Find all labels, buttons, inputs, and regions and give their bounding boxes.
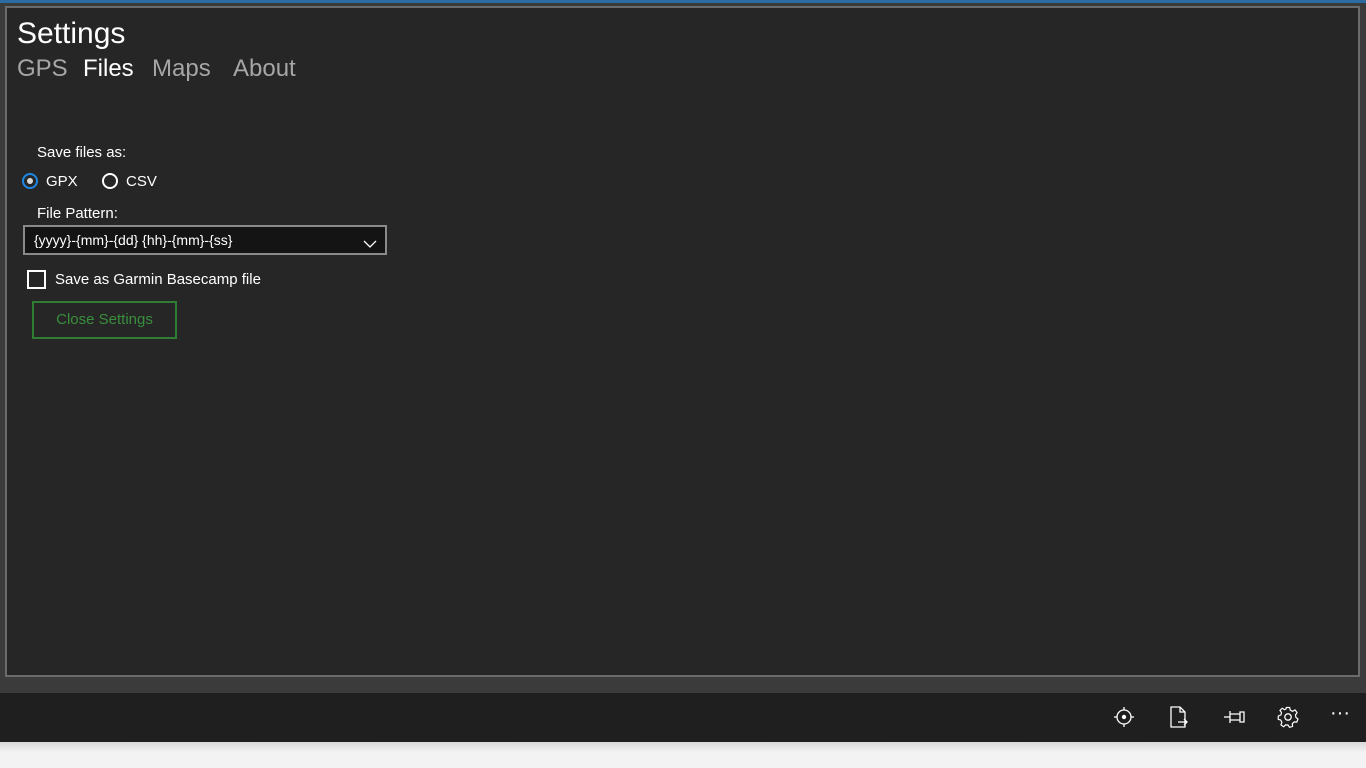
tab-about[interactable]: About: [233, 54, 296, 84]
settings-panel: Settings GPS Files Maps About Save files…: [5, 6, 1360, 677]
app-window: Settings GPS Files Maps About Save files…: [0, 0, 1366, 742]
locate-icon[interactable]: [1112, 705, 1136, 729]
window-shadow: [0, 742, 1366, 768]
radio-circle-gpx[interactable]: [22, 173, 38, 189]
radio-label-csv: CSV: [126, 172, 157, 190]
file-pattern-dropdown[interactable]: {yyyy}-{mm}-{dd} {hh}-{mm}-{ss}: [23, 225, 387, 255]
tab-gps[interactable]: GPS: [17, 54, 68, 84]
radio-circle-csv[interactable]: [102, 173, 118, 189]
more-options-button[interactable]: ···: [1328, 703, 1352, 727]
close-settings-button[interactable]: Close Settings: [32, 301, 177, 339]
save-files-as-label: Save files as:: [37, 144, 127, 161]
tab-files[interactable]: Files: [83, 54, 134, 84]
radio-gpx[interactable]: GPX: [22, 170, 78, 192]
pin-icon[interactable]: [1222, 705, 1246, 729]
radio-csv[interactable]: CSV: [102, 170, 157, 192]
checkbox-box[interactable]: [27, 269, 46, 289]
window-accent-bar: [0, 0, 1366, 3]
page-title: Settings: [17, 17, 126, 50]
chevron-down-icon: [363, 233, 377, 248]
radio-label-gpx: GPX: [46, 172, 78, 190]
file-pattern-value: {yyyy}-{mm}-{dd} {hh}-{mm}-{ss}: [34, 232, 233, 248]
settings-icon[interactable]: [1276, 705, 1300, 729]
command-bar: ···: [0, 693, 1366, 742]
file-pattern-label: File Pattern:: [37, 205, 118, 222]
garmin-basecamp-label: Save as Garmin Basecamp file: [55, 270, 261, 288]
export-file-icon[interactable]: [1166, 705, 1190, 729]
garmin-basecamp-checkbox[interactable]: Save as Garmin Basecamp file: [27, 268, 261, 290]
tab-maps[interactable]: Maps: [152, 54, 211, 84]
